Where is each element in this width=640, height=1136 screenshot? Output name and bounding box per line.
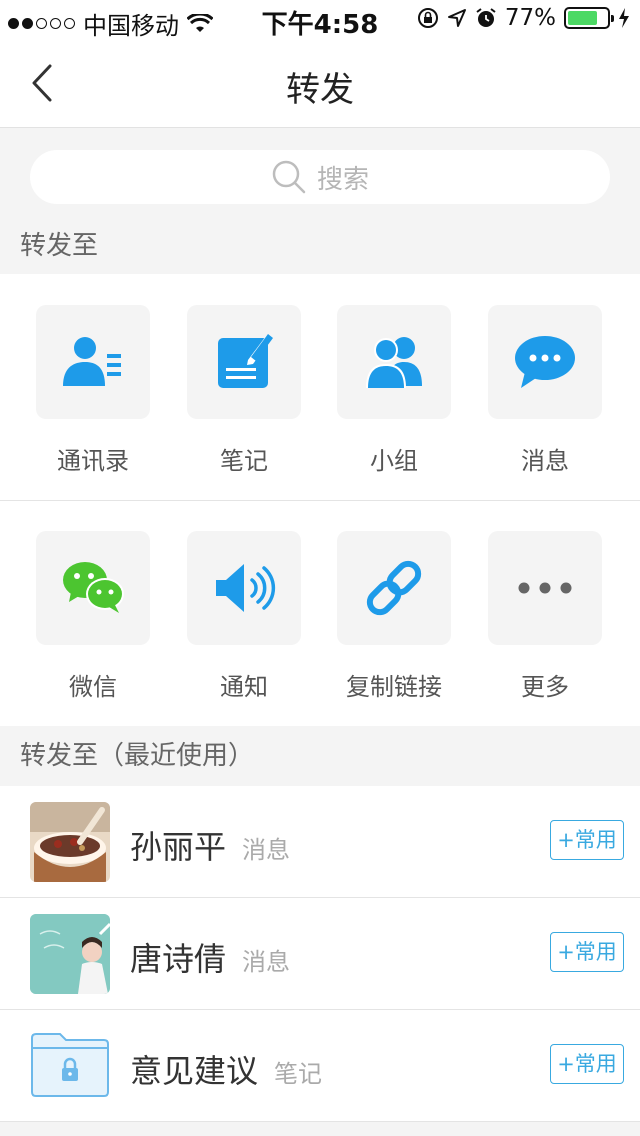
search-area: 搜索 [0,128,640,220]
recent-list: 孙丽平 消息 +常用 唐诗倩 消息 +常用 意见建议 笔记 +常用 [0,786,640,1122]
speaker-icon [216,564,276,612]
share-target-note[interactable]: 笔记 [187,305,301,476]
contacts-icon [63,337,121,386]
nav-bar: 转发 [0,40,640,128]
share-target-label: 小组 [370,447,418,475]
group-icon [366,337,422,388]
share-target-label: 微信 [69,673,117,701]
share-target-label: 笔记 [220,447,268,475]
avatar [30,802,110,882]
battery-percent: 77% [504,5,556,31]
share-target-message[interactable]: 消息 [488,305,602,476]
section-label-recent: 转发至（最近使用） [0,726,640,786]
recent-name: 孙丽平 [130,828,227,866]
folder-lock-icon [30,1026,110,1106]
note-icon [218,334,273,388]
share-target-wechat[interactable]: 微信 [36,531,150,702]
recent-name: 意见建议 [130,1052,259,1090]
share-target-label: 复制链接 [346,673,442,701]
share-target-notification[interactable]: 通知 [187,531,301,702]
share-target-label: 更多 [521,673,569,701]
recent-item[interactable]: 孙丽平 消息 +常用 [0,786,640,898]
recent-item[interactable]: 唐诗倩 消息 +常用 [0,898,640,1010]
share-target-group[interactable]: 小组 [337,305,451,476]
battery-icon [564,7,614,29]
recent-type: 消息 [242,836,291,864]
share-target-label: 通知 [220,673,268,701]
more-icon [518,582,572,594]
search-placeholder: 搜索 [316,164,369,195]
wechat-icon [63,562,124,613]
share-target-copy-link[interactable]: 复制链接 [337,531,451,702]
share-target-label: 通讯录 [57,447,129,475]
link-icon [366,560,422,616]
share-target-label: 消息 [521,447,569,475]
share-targets-grid: 通讯录 笔记 小组 消息 微信 通知 复制链接 更多 [0,274,640,726]
share-target-more[interactable]: 更多 [488,531,602,702]
section-label-forward-to: 转发至 [0,218,640,274]
add-favorite-button[interactable]: +常用 [550,820,624,860]
avatar [30,914,110,994]
page-title: 转发 [286,70,354,110]
recent-item[interactable]: 意见建议 笔记 +常用 [0,1010,640,1122]
search-icon [272,160,306,194]
charging-icon [619,8,629,28]
recent-name: 唐诗倩 [130,940,227,978]
alarm-icon [476,8,496,27]
add-favorite-button[interactable]: +常用 [550,1044,624,1084]
recent-type: 消息 [242,948,291,976]
message-icon [515,336,575,388]
status-bar: 中国移动 下午4:58 77% [0,0,640,40]
recent-type: 笔记 [274,1060,323,1088]
rotation-lock-icon [417,8,438,28]
search-input[interactable]: 搜索 [30,150,610,204]
add-favorite-button[interactable]: +常用 [550,932,624,972]
location-icon [447,9,466,27]
share-target-contacts[interactable]: 通讯录 [36,305,150,476]
